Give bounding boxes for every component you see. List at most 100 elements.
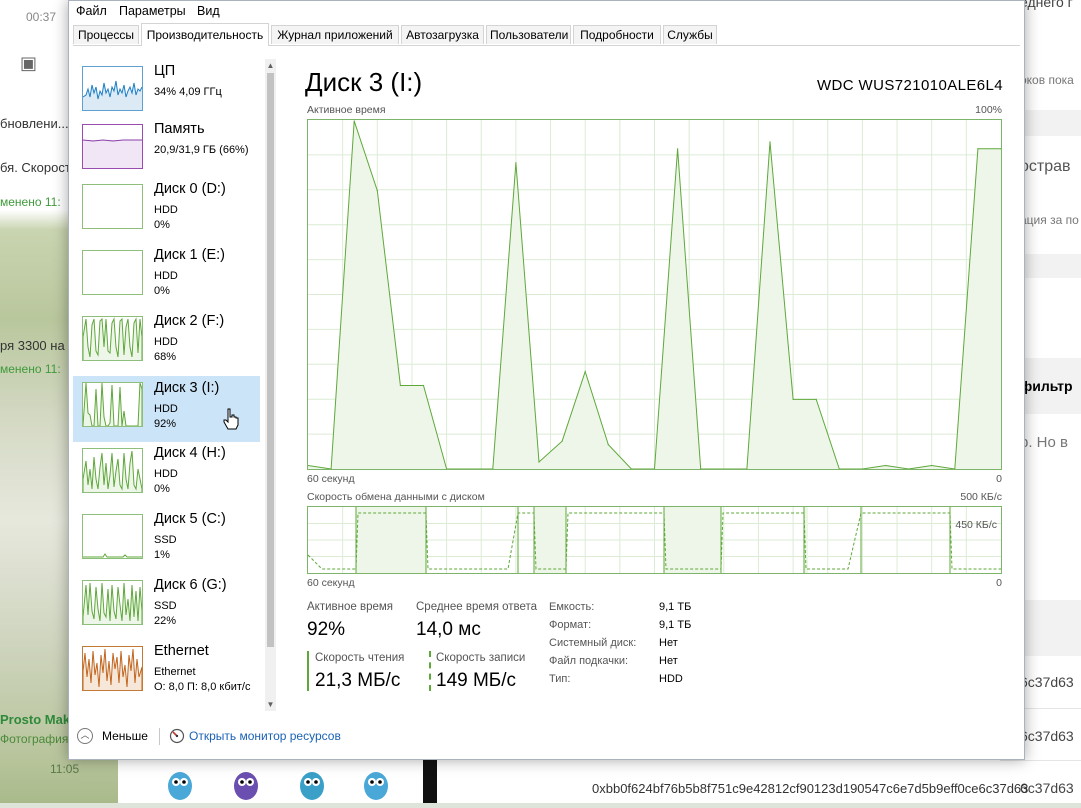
bg-divider xyxy=(423,760,437,803)
sidebar-item-ethernet[interactable]: Ethernet Ethernet О: 8,0 П: 8,0 кбит/с xyxy=(73,642,260,706)
memory-mini-graph xyxy=(82,124,143,169)
sidebar-item-disk-1[interactable]: Диск 1 (E:) HDD 0% xyxy=(73,246,260,310)
bg-time: 00:37 xyxy=(26,10,57,24)
scroll-up-arrow-icon[interactable]: ▲ xyxy=(265,59,276,72)
active-time-point xyxy=(815,398,817,400)
active-time-label: Активное время xyxy=(307,601,394,613)
sidebar-item-disk-2[interactable]: Диск 2 (F:) HDD 68% xyxy=(73,312,260,376)
footer-bar: ︿ Меньше Открыть монитор ресурсов xyxy=(69,717,1024,757)
sidebar-item-detail: 34% 4,09 ГГц xyxy=(154,86,222,98)
sidebar-item-usage: 92% xyxy=(154,418,177,430)
open-resource-monitor-link[interactable]: Открыть монитор ресурсов xyxy=(189,729,341,743)
sidebar-scrollbar[interactable]: ▲ ▼ xyxy=(265,59,276,711)
sidebar-item-disk-5[interactable]: Диск 5 (C:) SSD 1% xyxy=(73,510,260,574)
sticker-image[interactable] xyxy=(226,760,266,803)
bg-text: оков пока xyxy=(1020,73,1074,87)
bg-text: менено 11: xyxy=(0,195,61,209)
sidebar-item-usage: 0% xyxy=(154,483,170,495)
scrollbar-thumb[interactable] xyxy=(267,73,274,647)
sticker-image[interactable] xyxy=(160,760,200,803)
active-time-point xyxy=(515,162,517,164)
chart1-label: Активное время xyxy=(307,104,386,116)
read-speed-value: 21,3 МБ/с xyxy=(315,670,401,691)
prop-system-disk-label: Системный диск: xyxy=(549,637,637,649)
bg-text: ря 3300 на xyxy=(0,338,65,353)
sidebar-item-type: HDD xyxy=(154,336,178,348)
chart1-max-label: 100% xyxy=(975,104,1002,116)
sidebar-item-disk-4[interactable]: Диск 4 (H:) HDD 0% xyxy=(73,444,260,508)
sticker-image[interactable] xyxy=(356,760,396,803)
active-time-point xyxy=(884,464,887,467)
chart1-x-label: 60 секунд xyxy=(307,473,355,485)
tab-users[interactable]: Пользователи xyxy=(486,25,571,44)
sidebar-item-type: HDD xyxy=(154,468,178,480)
sticker-image[interactable] xyxy=(292,760,332,803)
prop-type-label: Тип: xyxy=(549,673,571,685)
response-time-label: Среднее время ответа xyxy=(416,601,538,613)
bg-text: фильтр xyxy=(1020,378,1073,394)
bg-text: бя. Скорост xyxy=(0,160,71,175)
active-time-point xyxy=(769,141,771,143)
fewer-details-button[interactable]: Меньше xyxy=(102,729,148,743)
sidebar-item-usage: 0% xyxy=(154,285,170,297)
page-title: Диск 3 (I:) xyxy=(305,67,423,97)
sidebar-item-memory[interactable]: Память 20,9/31,9 ГБ (66%) xyxy=(73,120,260,184)
sidebar-item-disk-0[interactable]: Диск 0 (D:) HDD 0% xyxy=(73,180,260,244)
write-speed-value: 149 МБ/с xyxy=(436,670,517,691)
active-time-point xyxy=(469,468,471,469)
write-indicator-bar xyxy=(429,651,431,691)
bg-feedback-icon[interactable]: ▣ xyxy=(20,53,37,74)
disk-6-mini-graph xyxy=(82,580,143,625)
mouse-cursor-icon xyxy=(222,408,240,435)
bg-text: еднего г xyxy=(1020,0,1073,10)
transfer-band xyxy=(664,507,721,573)
tab-details[interactable]: Подробности xyxy=(573,25,661,44)
active-time-chart xyxy=(307,119,1002,470)
scroll-down-arrow-icon[interactable]: ▼ xyxy=(265,698,276,711)
tab-performance[interactable]: Производительность xyxy=(141,23,269,46)
prop-capacity-value: 9,1 ТБ xyxy=(659,601,692,613)
read-speed-label: Скорость чтения xyxy=(315,652,405,664)
disk-detail-panel: Диск 3 (I:) WDC WUS721010ALE6L4 Активное… xyxy=(279,53,1019,713)
tab-services[interactable]: Службы xyxy=(663,25,717,44)
bg-hash-text: 0xbb0f624bf76b5b8f751c9e42812cf90123d190… xyxy=(592,781,1029,796)
prop-format-label: Формат: xyxy=(549,619,592,631)
sidebar-item-title: Память xyxy=(154,121,205,137)
disk-5-mini-graph xyxy=(82,514,143,559)
chevron-up-icon[interactable]: ︿ xyxy=(77,728,93,744)
active-time-point xyxy=(561,440,563,442)
footer-divider xyxy=(159,728,160,745)
write-speed-label: Скорость записи xyxy=(436,652,526,664)
menu-bar: Файл Параметры Вид xyxy=(69,1,1024,23)
sidebar-item-throughput: О: 8,0 П: 8,0 кбит/с xyxy=(154,681,251,693)
sidebar-item-disk-3[interactable]: Диск 3 (I:) HDD 92% xyxy=(73,376,260,442)
sidebar-item-title: Диск 1 (E:) xyxy=(154,247,225,263)
bg-text: ация за по xyxy=(1020,213,1079,227)
sidebar-item-usage: 22% xyxy=(154,615,177,627)
tab-processes[interactable]: Процессы xyxy=(73,25,139,44)
sidebar-item-title: Диск 0 (D:) xyxy=(154,181,226,197)
sidebar-item-cpu[interactable]: ЦП 34% 4,09 ГГц xyxy=(73,62,260,126)
tab-bar: Процессы Производительность Журнал прило… xyxy=(73,23,1020,46)
ethernet-mini-graph xyxy=(82,646,143,691)
tab-startup[interactable]: Автозагрузка xyxy=(401,25,484,44)
read-indicator-bar xyxy=(307,651,309,691)
sidebar-item-type: HDD xyxy=(154,270,178,282)
chart1-x-min: 0 xyxy=(996,473,1002,485)
menu-options[interactable]: Параметры xyxy=(119,4,186,18)
transfer-rate-chart: 450 КБ/с xyxy=(307,506,1002,574)
active-time-point xyxy=(422,384,425,387)
sidebar-item-detail: 20,9/31,9 ГБ (66%) xyxy=(154,144,249,156)
bg-text: Prosto Maks xyxy=(0,712,78,727)
menu-file[interactable]: Файл xyxy=(76,4,107,18)
bg-text: Фотография xyxy=(0,732,69,746)
active-time-chart-svg xyxy=(308,120,1001,469)
menu-view[interactable]: Вид xyxy=(197,4,220,18)
resource-monitor-icon[interactable] xyxy=(169,728,185,744)
active-time-point xyxy=(677,148,679,150)
active-time-value: 92% xyxy=(307,619,346,640)
prop-system-disk-value: Нет xyxy=(659,637,678,649)
active-time-point xyxy=(607,444,609,446)
sidebar-item-disk-6[interactable]: Диск 6 (G:) SSD 22% xyxy=(73,576,260,640)
tab-app-history[interactable]: Журнал приложений xyxy=(271,25,399,44)
